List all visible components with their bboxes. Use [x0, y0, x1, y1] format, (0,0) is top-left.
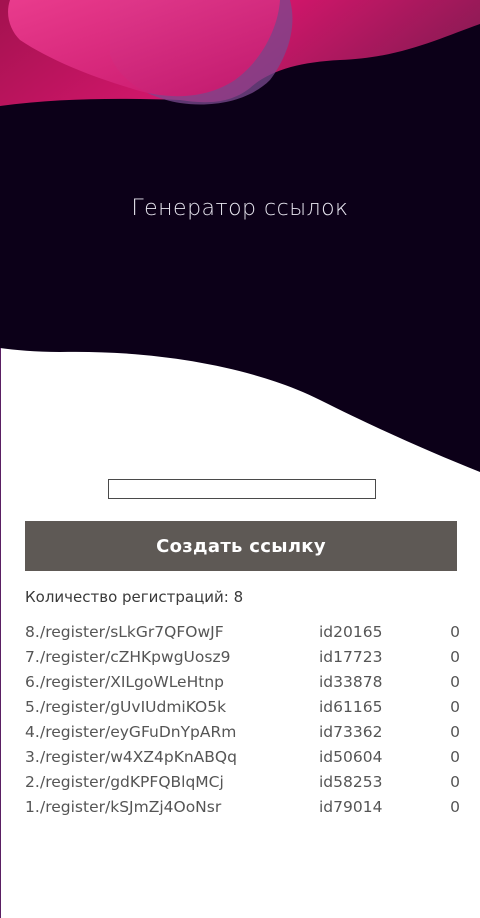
link-row: 4. /register/eyGFuDnYpARm id73362 0	[25, 722, 460, 747]
link-row-id: id61165	[319, 698, 383, 716]
link-row-path[interactable]: /register/gUvIUdmiKO5k	[40, 697, 226, 717]
link-row-number: 1.	[25, 798, 40, 816]
link-row-number: 4.	[25, 723, 40, 741]
link-row-number: 2.	[25, 773, 40, 791]
link-row-count: 0	[450, 723, 460, 741]
link-row-id: id73362	[319, 723, 383, 741]
link-row-path[interactable]: /register/eyGFuDnYpARm	[40, 722, 236, 742]
link-row-path[interactable]: /register/gdKPFQBlqMCj	[40, 772, 224, 792]
link-row-count: 0	[450, 798, 460, 816]
link-row: 3. /register/w4XZ4pKnABQq id50604 0	[25, 747, 460, 772]
link-row-id: id50604	[319, 748, 383, 766]
hero-header: Генератор ссылок	[0, 0, 480, 480]
registrations-count-value: 8	[233, 588, 244, 606]
registrations-count: Количество регистраций: 8	[25, 588, 243, 606]
create-link-button[interactable]: Создать ссылку	[25, 521, 457, 571]
link-row: 7. /register/cZHKpwgUosz9 id17723 0	[25, 647, 460, 672]
link-row-count: 0	[450, 673, 460, 691]
link-row: 6. /register/XILgoWLeHtnp id33878 0	[25, 672, 460, 697]
hero-background-shape	[0, 0, 480, 472]
link-row-number: 8.	[25, 623, 40, 641]
page-title: Генератор ссылок	[131, 196, 349, 221]
link-row-id: id58253	[319, 773, 383, 791]
link-row-number: 3.	[25, 748, 40, 766]
link-row-path[interactable]: /register/kSJmZj4OoNsr	[40, 797, 221, 817]
link-row-path[interactable]: /register/cZHKpwgUosz9	[40, 647, 230, 667]
link-row-count: 0	[450, 748, 460, 766]
registrations-count-label: Количество регистраций:	[25, 588, 229, 606]
link-row-id: id17723	[319, 648, 383, 666]
link-row: 2. /register/gdKPFQBlqMCj id58253 0	[25, 772, 460, 797]
link-row-id: id79014	[319, 798, 383, 816]
link-row: 8. /register/sLkGr7QFOwJF id20165 0	[25, 622, 460, 647]
link-row-path[interactable]: /register/sLkGr7QFOwJF	[40, 622, 224, 642]
link-row-id: id33878	[319, 673, 383, 691]
link-row-count: 0	[450, 648, 460, 666]
generated-links-list: 8. /register/sLkGr7QFOwJF id20165 0 7. /…	[25, 622, 460, 822]
link-row-count: 0	[450, 623, 460, 641]
link-row-path[interactable]: /register/w4XZ4pKnABQq	[40, 747, 237, 767]
link-row-count: 0	[450, 698, 460, 716]
link-row: 5. /register/gUvIUdmiKO5k id61165 0	[25, 697, 460, 722]
link-row-number: 6.	[25, 673, 40, 691]
link-row-count: 0	[450, 773, 460, 791]
link-row-number: 7.	[25, 648, 40, 666]
link-row-number: 5.	[25, 698, 40, 716]
link-name-input[interactable]	[108, 479, 376, 499]
link-row-id: id20165	[319, 623, 383, 641]
link-row-path[interactable]: /register/XILgoWLeHtnp	[40, 672, 224, 692]
link-row: 1. /register/kSJmZj4OoNsr id79014 0	[25, 797, 460, 822]
